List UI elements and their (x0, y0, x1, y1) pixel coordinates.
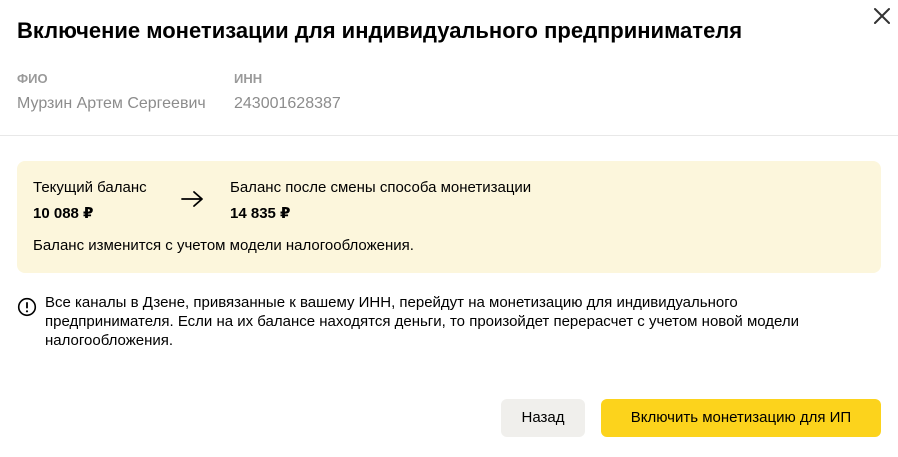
balance-note: Баланс изменится с учетом модели налогоо… (33, 237, 414, 254)
info-message: Все каналы в Дзене, привязанные к вашему… (45, 294, 800, 349)
new-balance-label: Баланс после смены способа монетизации (230, 179, 532, 196)
fio-label: ФИО (17, 71, 48, 86)
inn-value: 243001628387 (234, 95, 341, 112)
close-icon (874, 8, 890, 24)
current-balance-label: Текущий баланс (33, 179, 147, 196)
new-balance-block: Баланс после смены способа монетизации 1… (230, 179, 531, 223)
dialog-title: Включение монетизации для индивидуальног… (17, 18, 743, 43)
inn-block: ИНН 243001628387 (234, 71, 341, 114)
arrow-right-icon (181, 191, 203, 207)
exclamation-circle-icon (17, 297, 37, 317)
close-button[interactable] (870, 4, 894, 28)
current-balance-block: Текущий баланс 10 088 ₽ (33, 179, 147, 223)
back-button[interactable]: Назад (501, 399, 585, 437)
enable-monetization-button[interactable]: Включить монетизацию для ИП (601, 399, 881, 437)
inn-label: ИНН (234, 71, 263, 86)
fio-value: Мурзин Артем Сергеевич (17, 95, 206, 112)
balance-panel: Текущий баланс 10 088 ₽ Баланс после сме… (17, 161, 881, 273)
enable-monetization-dialog: Включение монетизации для индивидуальног… (0, 0, 898, 457)
fio-block: ФИО Мурзин Артем Сергеевич (17, 71, 206, 114)
current-balance-amount: 10 088 ₽ (33, 205, 94, 222)
new-balance-amount: 14 835 ₽ (230, 205, 291, 222)
divider (0, 135, 898, 136)
